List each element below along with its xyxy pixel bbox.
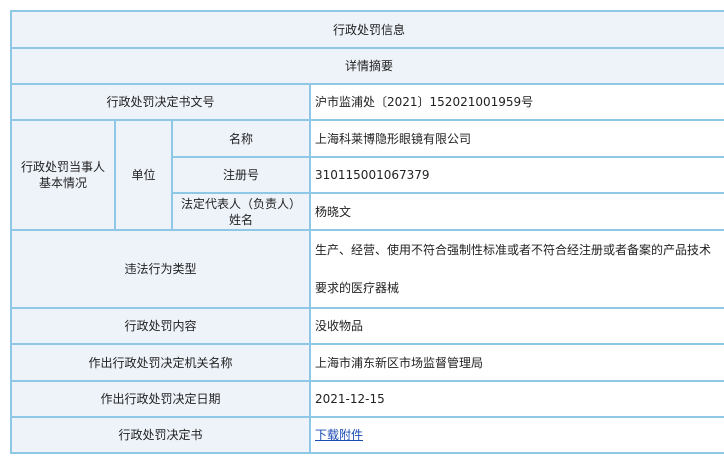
party-rep-label: 法定代表人（负责人）姓名 xyxy=(173,194,309,229)
party-group-label: 行政处罚当事人基本情况 xyxy=(12,121,114,229)
date-value: 2021-12-15 xyxy=(311,382,724,416)
authority-value: 上海市浦东新区市场监督管理局 xyxy=(311,345,724,380)
party-reg-value: 310115001067379 xyxy=(311,158,724,192)
penalty-info-panel: 行政处罚信息 详情摘要 行政处罚决定书文号 沪市监浦处〔2021〕1520210… xyxy=(10,10,724,454)
party-rep-value: 杨晓文 xyxy=(311,194,724,229)
decision-number-row: 行政处罚决定书文号 沪市监浦处〔2021〕152021001959号 xyxy=(12,85,724,119)
document-label: 行政处罚决定书 xyxy=(12,418,309,452)
download-attachment-link[interactable]: 下载附件 xyxy=(315,428,363,442)
section-title: 详情摘要 xyxy=(12,49,724,83)
authority-label: 作出行政处罚决定机关名称 xyxy=(12,345,309,380)
violation-value: 生产、经营、使用不符合强制性标准或者不符合经注册或者备案的产品技术要求的医疗器械 xyxy=(311,231,724,307)
document-cell: 下载附件 xyxy=(311,418,724,452)
violation-row: 违法行为类型 生产、经营、使用不符合强制性标准或者不符合经注册或者备案的产品技术… xyxy=(12,231,724,307)
penalty-info-table: 行政处罚信息 详情摘要 行政处罚决定书文号 沪市监浦处〔2021〕1520210… xyxy=(10,10,724,454)
date-label: 作出行政处罚决定日期 xyxy=(12,382,309,416)
party-name-label: 名称 xyxy=(173,121,309,156)
violation-label: 违法行为类型 xyxy=(12,231,309,307)
authority-row: 作出行政处罚决定机关名称 上海市浦东新区市场监督管理局 xyxy=(12,345,724,380)
content-value: 没收物品 xyxy=(311,309,724,343)
date-row: 作出行政处罚决定日期 2021-12-15 xyxy=(12,382,724,416)
decision-number-label: 行政处罚决定书文号 xyxy=(12,85,309,119)
party-name-value: 上海科莱博隐形眼镜有限公司 xyxy=(311,121,724,156)
decision-number-value: 沪市监浦处〔2021〕152021001959号 xyxy=(311,85,724,119)
content-row: 行政处罚内容 没收物品 xyxy=(12,309,724,343)
content-label: 行政处罚内容 xyxy=(12,309,309,343)
party-unit-label: 单位 xyxy=(116,121,171,229)
page-title: 行政处罚信息 xyxy=(12,12,724,47)
party-reg-label: 注册号 xyxy=(173,158,309,192)
title-row: 行政处罚信息 xyxy=(12,12,724,47)
party-name-row: 行政处罚当事人基本情况 单位 名称 上海科莱博隐形眼镜有限公司 xyxy=(12,121,724,229)
document-row: 行政处罚决定书 下载附件 xyxy=(12,418,724,452)
subtitle-row: 详情摘要 xyxy=(12,49,724,83)
